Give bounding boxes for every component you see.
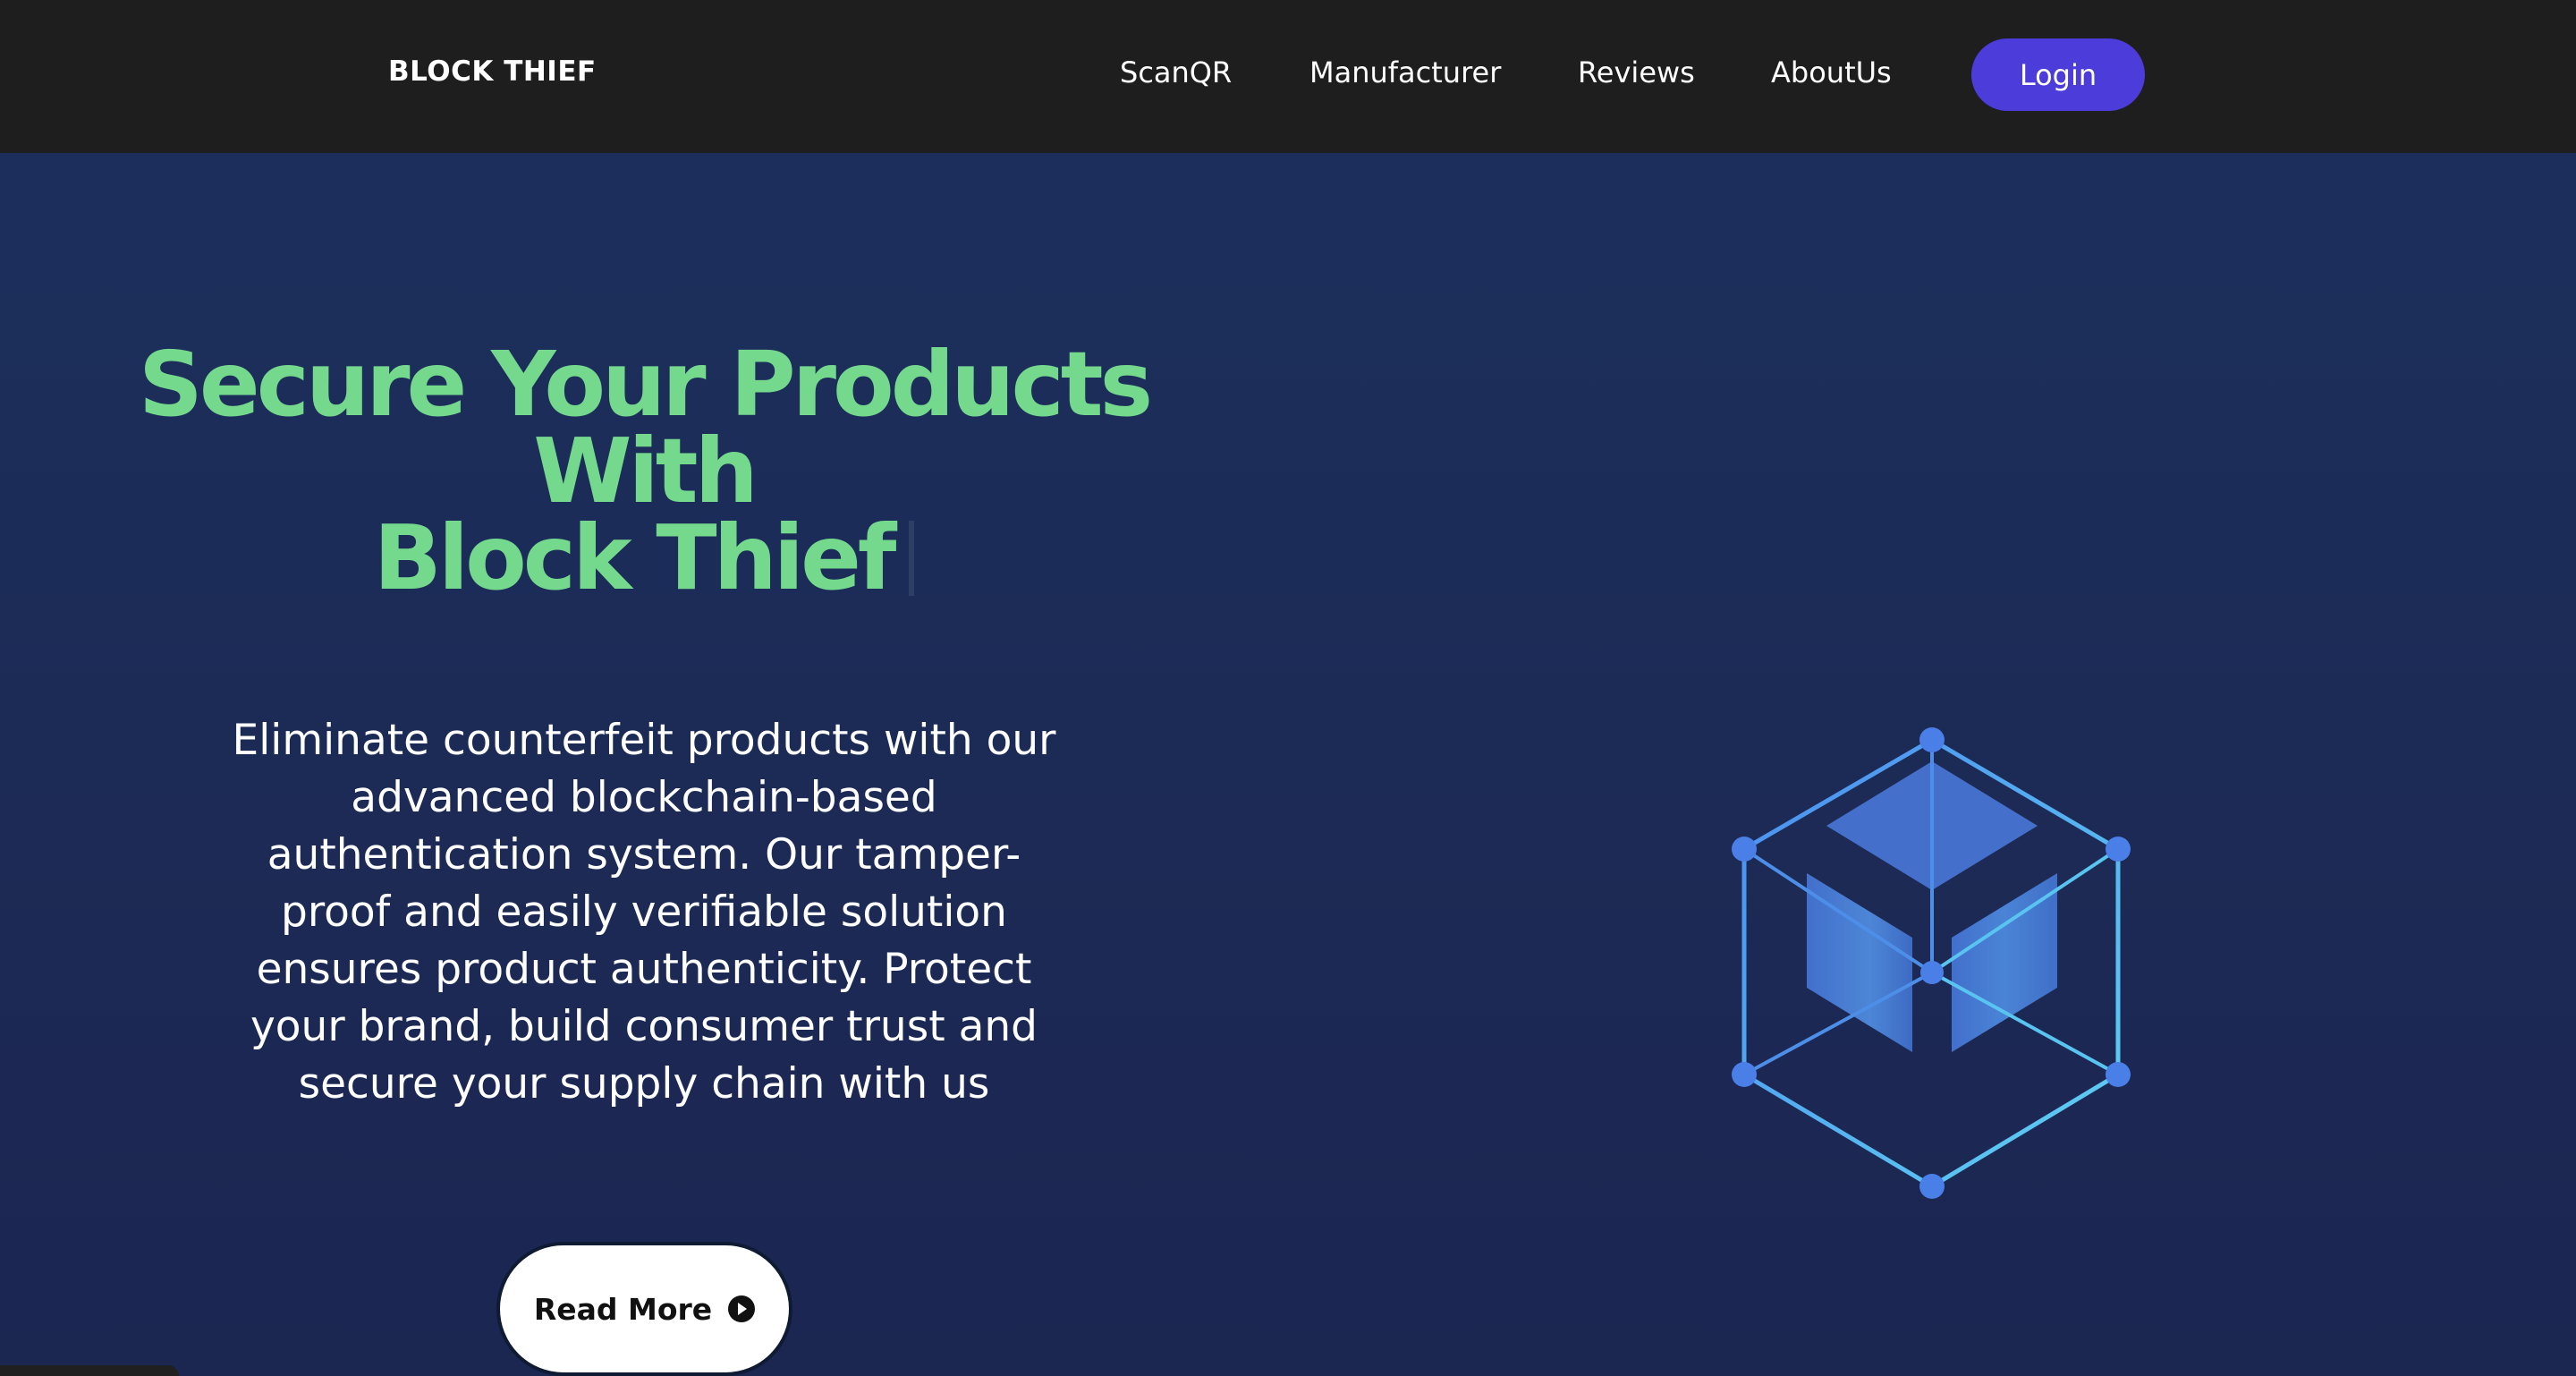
- blockchain-cube-icon: [1732, 727, 2131, 1199]
- cube-node: [1919, 1174, 1945, 1199]
- typing-caret: [909, 521, 915, 596]
- nav-link-reviews[interactable]: Reviews: [1578, 55, 1695, 89]
- cube-node: [2106, 837, 2131, 862]
- nav-link-aboutus[interactable]: AboutUs: [1771, 55, 1892, 89]
- cube-node: [1732, 837, 1757, 862]
- cube-node: [1732, 1062, 1757, 1087]
- hero-title-line2: Block Thief: [373, 505, 897, 610]
- hero-title: Secure Your Products With Block Thief: [72, 340, 1216, 603]
- cube-node: [2106, 1062, 2131, 1087]
- cube-node: [1920, 961, 1944, 984]
- nav-link-manufacturer[interactable]: Manufacturer: [1309, 55, 1501, 89]
- login-button[interactable]: Login: [1971, 38, 2145, 111]
- hero-title-line1: Secure Your Products With: [138, 332, 1153, 523]
- hero-description: Eliminate counterfeit products with our …: [232, 716, 1056, 1108]
- nav-link-scanqr[interactable]: ScanQR: [1120, 55, 1232, 89]
- cube-node: [1919, 727, 1945, 752]
- brand-logo[interactable]: BLOCK THIEF: [388, 55, 597, 88]
- read-more-button[interactable]: Read More: [496, 1242, 792, 1376]
- bottom-left-widget-edge: [0, 1365, 179, 1376]
- read-more-label: Read More: [533, 1291, 713, 1327]
- play-circle-icon: [728, 1295, 756, 1322]
- top-navbar: BLOCK THIEF ScanQR Manufacturer Reviews …: [0, 0, 2576, 153]
- hero-section: Secure Your Products With Block Thief El…: [0, 153, 2576, 1376]
